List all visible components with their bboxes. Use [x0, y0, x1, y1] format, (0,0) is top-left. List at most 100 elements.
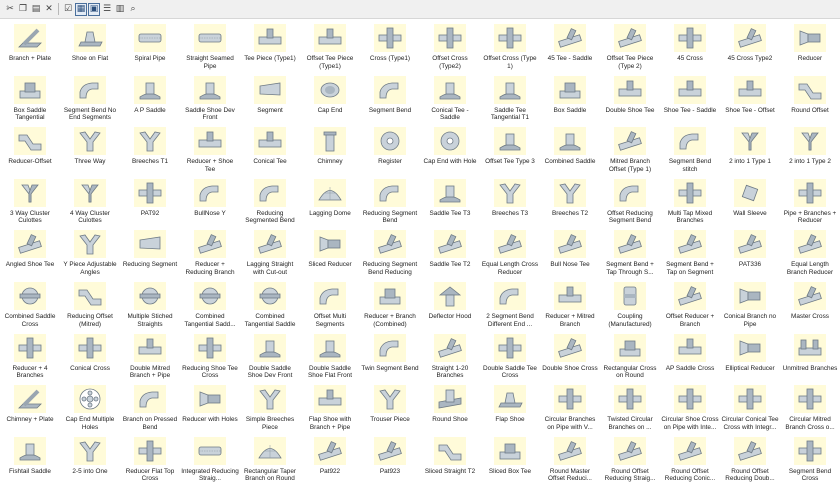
- gallery-item[interactable]: Cross (Type1): [360, 20, 420, 72]
- gallery-item[interactable]: Breeches T2: [540, 175, 600, 227]
- gallery-item[interactable]: Reducer + Branch (Combined): [360, 278, 420, 330]
- gallery-item[interactable]: Reducer-Offset: [0, 123, 60, 175]
- gallery-item[interactable]: Chimney: [300, 123, 360, 175]
- gallery-item[interactable]: Rectangular Cross on Round: [600, 330, 660, 382]
- gallery-item[interactable]: Segment Bend stitch: [660, 123, 720, 175]
- gallery-item[interactable]: Bull Nose Tee: [540, 226, 600, 278]
- gallery-item[interactable]: Reducer + 4 Branches: [0, 330, 60, 382]
- gallery-item[interactable]: Elliptical Reducer: [720, 330, 780, 382]
- gallery-item[interactable]: Deflector Hood: [420, 278, 480, 330]
- gallery-item[interactable]: 4 Way Cluster Culottes: [60, 175, 120, 227]
- gallery-item[interactable]: Reducing Segment Bend Reducing En...: [360, 226, 420, 278]
- delete-icon[interactable]: ✕: [43, 3, 55, 16]
- gallery-item[interactable]: Tee Piece (Type1): [240, 20, 300, 72]
- gallery-item[interactable]: Round Master Offset Reduci...: [540, 433, 600, 484]
- gallery-item[interactable]: Unmitred Branches: [780, 330, 840, 382]
- gallery-item[interactable]: Equal Length Branch Reducer: [780, 226, 840, 278]
- copy-icon[interactable]: ❐: [17, 3, 29, 16]
- gallery-item[interactable]: Reducer Flat Top Cross: [120, 433, 180, 484]
- view-list-icon[interactable]: ☰: [101, 3, 113, 16]
- gallery-item[interactable]: Offset Tee Piece (Type 2): [600, 20, 660, 72]
- gallery-item[interactable]: Fishtail Saddle: [0, 433, 60, 484]
- gallery-item[interactable]: Cap End: [300, 72, 360, 124]
- gallery-item[interactable]: Pat922: [300, 433, 360, 484]
- gallery-item[interactable]: Double Saddle Shoe Flat Front: [300, 330, 360, 382]
- gallery-item[interactable]: Offset Reducer + Branch: [660, 278, 720, 330]
- gallery-item[interactable]: Flap Shoe: [480, 381, 540, 433]
- find-icon[interactable]: ⌕: [127, 3, 139, 16]
- gallery-item[interactable]: PAT92: [120, 175, 180, 227]
- gallery-item[interactable]: Equal Length Cross Reducer: [480, 226, 540, 278]
- gallery-item[interactable]: Pat923: [360, 433, 420, 484]
- gallery-item[interactable]: Register: [360, 123, 420, 175]
- gallery-item[interactable]: Lagging Straight with Cut-out: [240, 226, 300, 278]
- gallery-item[interactable]: Combined Tangential Saddle: [240, 278, 300, 330]
- gallery-item[interactable]: Shoe Tee - Saddle: [660, 72, 720, 124]
- gallery-item[interactable]: 2 into 1 Type 2: [780, 123, 840, 175]
- gallery-item[interactable]: Segment Bend + Tap Through S...: [600, 226, 660, 278]
- gallery-item[interactable]: 2 Segment Bend Different End ...: [480, 278, 540, 330]
- gallery-item[interactable]: Multi Tap Mixed Branches: [660, 175, 720, 227]
- view-small-icons-icon[interactable]: ▣: [88, 2, 100, 16]
- gallery-item[interactable]: Box Saddle Tangential: [0, 72, 60, 124]
- gallery-item[interactable]: Round Offset Reducing Doub...: [720, 433, 780, 484]
- gallery-item[interactable]: Conical Tee: [240, 123, 300, 175]
- gallery-item[interactable]: Conical Branch no Pipe: [720, 278, 780, 330]
- gallery-item[interactable]: Multiple Stiched Straights: [120, 278, 180, 330]
- gallery-item[interactable]: Offset Multi Segments: [300, 278, 360, 330]
- gallery-item[interactable]: 45 Tee - Saddle: [540, 20, 600, 72]
- gallery-item[interactable]: Straight 1-20 Branches: [420, 330, 480, 382]
- gallery-item[interactable]: Reducer + Reducing Branch: [180, 226, 240, 278]
- gallery-item[interactable]: Conical Tee - Saddle: [420, 72, 480, 124]
- gallery-item[interactable]: Breeches T1: [120, 123, 180, 175]
- gallery-item[interactable]: Shoe Tee - Offset: [720, 72, 780, 124]
- gallery-item[interactable]: PAT336: [720, 226, 780, 278]
- gallery-item[interactable]: Round Offset Reducing Straig...: [600, 433, 660, 484]
- gallery-item[interactable]: Reducing Offset (Mitred): [60, 278, 120, 330]
- gallery-item[interactable]: Reducing Segmented Bend: [240, 175, 300, 227]
- gallery-item[interactable]: Saddle Tee T3: [420, 175, 480, 227]
- gallery-item[interactable]: Mitred Branch Offset (Type 1): [600, 123, 660, 175]
- gallery-item[interactable]: Flap Shoe with Branch + Pipe: [300, 381, 360, 433]
- gallery-item[interactable]: Straight Seamed Pipe: [180, 20, 240, 72]
- gallery-item[interactable]: Sliced Reducer: [300, 226, 360, 278]
- gallery-item[interactable]: 2 into 1 Type 1: [720, 123, 780, 175]
- paste-icon[interactable]: ▤: [30, 3, 42, 16]
- gallery-item[interactable]: Branch on Pressed Bend: [120, 381, 180, 433]
- gallery-item[interactable]: Round Offset: [780, 72, 840, 124]
- gallery-item[interactable]: Cap End with Hole: [420, 123, 480, 175]
- gallery-item[interactable]: Reducing Segment Bend: [360, 175, 420, 227]
- gallery-item[interactable]: Circular Shoe Cross on Pipe with Inte...: [660, 381, 720, 433]
- gallery-item[interactable]: Saddle Shoe Dev Front: [180, 72, 240, 124]
- gallery-item[interactable]: Double Mitred Branch + Pipe: [120, 330, 180, 382]
- gallery-item[interactable]: Reducing Segment: [120, 226, 180, 278]
- gallery-item[interactable]: Double Saddle Shoe Dev Front: [240, 330, 300, 382]
- gallery-item[interactable]: Saddle Tee T2: [420, 226, 480, 278]
- gallery-item[interactable]: Cap End Multiple Holes: [60, 381, 120, 433]
- gallery-item[interactable]: Coupling (Manufactured): [600, 278, 660, 330]
- gallery-item[interactable]: Double Shoe Cross: [540, 330, 600, 382]
- gallery-item[interactable]: Combined Tangential Sadd...: [180, 278, 240, 330]
- gallery-item[interactable]: Pipe + Branches + Reducer: [780, 175, 840, 227]
- gallery-item[interactable]: Offset Reducing Segment Bend: [600, 175, 660, 227]
- gallery-item[interactable]: Angled Shoe Tee: [0, 226, 60, 278]
- gallery-item[interactable]: Reducer: [780, 20, 840, 72]
- gallery-item[interactable]: Sliced Straight T2: [420, 433, 480, 484]
- gallery-item[interactable]: Offset Cross (Type 1): [480, 20, 540, 72]
- gallery-item[interactable]: Trouser Piece: [360, 381, 420, 433]
- view-details-icon[interactable]: ▥: [114, 3, 126, 16]
- gallery-item[interactable]: Round Offset Reducing Conic...: [660, 433, 720, 484]
- gallery-item[interactable]: Conical Cross: [60, 330, 120, 382]
- gallery-item[interactable]: Three Way: [60, 123, 120, 175]
- gallery-item[interactable]: Twisted Circular Branches on ...: [600, 381, 660, 433]
- gallery-item[interactable]: Double Shoe Tee: [600, 72, 660, 124]
- gallery-item[interactable]: A P Saddle: [120, 72, 180, 124]
- gallery-item[interactable]: Combined Saddle: [540, 123, 600, 175]
- gallery-item[interactable]: Lagging Dome: [300, 175, 360, 227]
- gallery-item[interactable]: Segment Bend No End Segments: [60, 72, 120, 124]
- gallery-item[interactable]: Rectangular Taper Branch on Round: [240, 433, 300, 484]
- gallery-item[interactable]: 45 Cross Type2: [720, 20, 780, 72]
- gallery-item[interactable]: 3 Way Cluster Culottes: [0, 175, 60, 227]
- gallery-item[interactable]: Branch + Plate: [0, 20, 60, 72]
- cut-icon[interactable]: ✂: [4, 3, 16, 16]
